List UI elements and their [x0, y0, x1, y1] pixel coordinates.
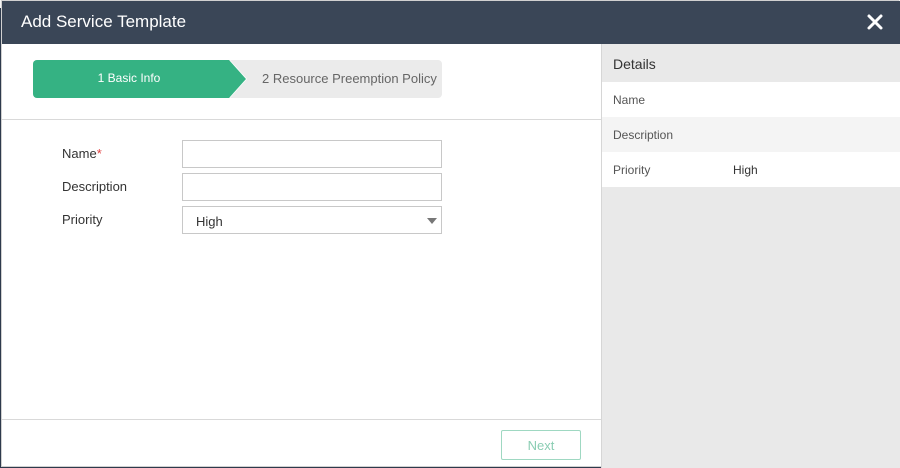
description-input[interactable] — [182, 173, 442, 201]
details-value: High — [733, 163, 758, 177]
step-label: 2 Resource Preemption Policy — [262, 71, 437, 86]
details-panel: Details Name Description Priority High — [601, 44, 900, 468]
form-pane: 2 Resource Preemption Policy 1 Basic Inf… — [2, 44, 601, 468]
details-key: Priority — [613, 163, 651, 177]
priority-select[interactable]: High — [182, 206, 442, 234]
wizard-steps: 2 Resource Preemption Policy 1 Basic Inf… — [33, 60, 442, 98]
divider — [2, 119, 601, 120]
priority-label: Priority — [62, 212, 103, 227]
details-row-priority: Priority High — [602, 152, 900, 187]
close-icon[interactable] — [864, 10, 886, 34]
details-row-description: Description — [602, 117, 900, 152]
name-label: Name* — [62, 146, 102, 161]
details-title: Details — [613, 56, 656, 72]
dialog-header: Add Service Template — [2, 1, 900, 44]
details-key: Description — [613, 128, 674, 142]
dialog-title: Add Service Template — [21, 12, 187, 31]
next-button[interactable]: Next — [501, 430, 581, 460]
details-key: Name — [613, 93, 646, 107]
step-arrow — [229, 60, 246, 98]
description-label: Description — [62, 179, 128, 194]
chevron-down-icon — [427, 218, 437, 224]
step-basic-info[interactable]: 1 Basic Info — [33, 60, 229, 98]
details-row-name: Name — [602, 82, 900, 117]
priority-selected-value: High — [196, 214, 223, 229]
required-marker: * — [96, 146, 102, 161]
step-label: 1 Basic Info — [97, 71, 161, 85]
name-input[interactable] — [182, 140, 442, 168]
divider — [2, 419, 601, 420]
add-service-template-dialog: Add Service Template 2 Resource Preempti… — [1, 0, 900, 468]
